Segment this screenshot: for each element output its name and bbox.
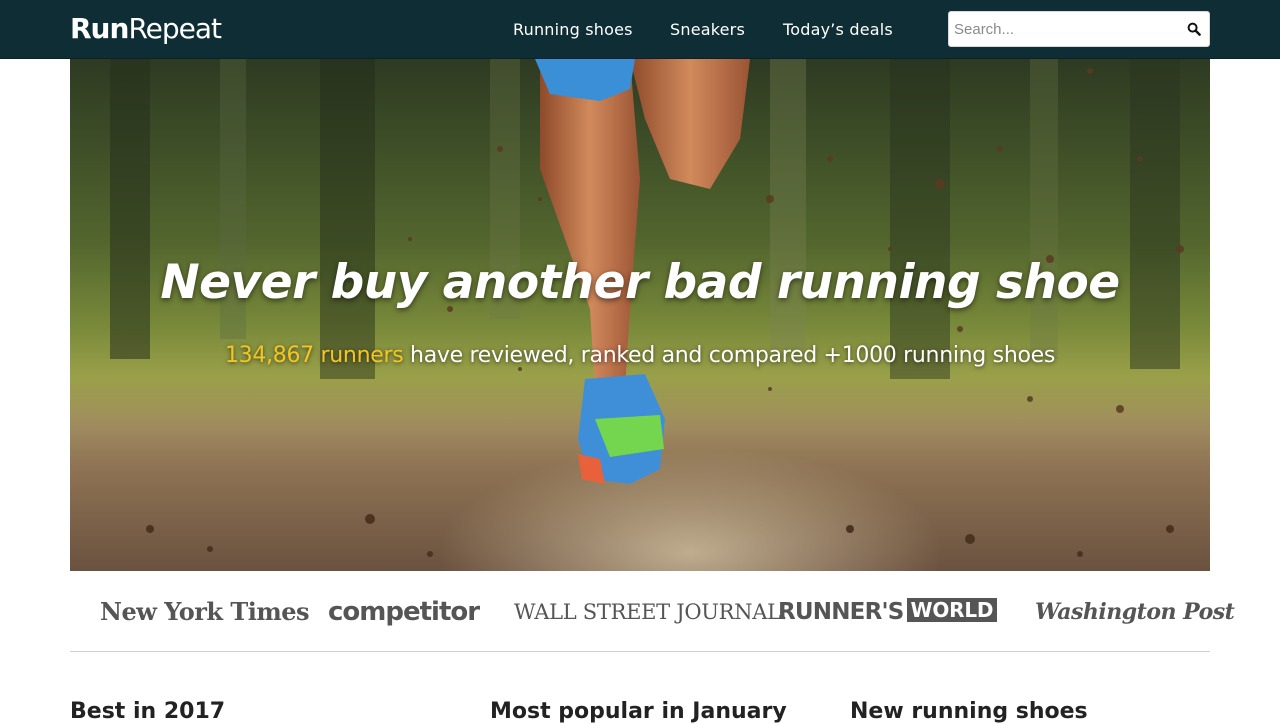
runrepeat-logo[interactable]: RunRepeat	[70, 12, 222, 46]
hero-banner: Never buy another bad running shoe 134,8…	[70, 59, 1210, 571]
logo-text-run: Run	[70, 12, 129, 45]
section-title-most-popular: Most popular in January	[490, 699, 787, 724]
nav-todays-deals[interactable]: Today’s deals	[783, 20, 893, 39]
hero-subtitle-text: have reviewed, ranked and compared +1000…	[403, 343, 1056, 368]
runners-world-right: WORLD	[906, 598, 998, 622]
section-title-new-shoes: New running shoes	[850, 699, 1088, 724]
search-button[interactable]	[1187, 22, 1201, 36]
nyt-logo: New York Times	[100, 597, 310, 626]
hero-runner-photo	[70, 59, 1210, 571]
search-icon	[1187, 22, 1201, 36]
nav-running-shoes[interactable]: Running shoes	[513, 20, 633, 39]
runners-world-left: RUNNER'S	[778, 599, 904, 625]
site-header: RunRepeat Running shoes Sneakers Today’s…	[0, 0, 1280, 59]
hero-subtitle: 134,867 runners have reviewed, ranked an…	[70, 343, 1210, 368]
competitor-logo: competitor	[328, 597, 480, 627]
press-logos: New York Times competitor WALL STREET JO…	[70, 572, 1235, 652]
search-box	[948, 11, 1210, 47]
search-input[interactable]	[954, 12, 1179, 46]
runners-world-logo: RUNNER'S WORLD	[778, 594, 998, 630]
nav-sneakers[interactable]: Sneakers	[670, 20, 745, 39]
washington-post-logo: Washington Post	[1035, 599, 1235, 625]
hero-headline: Never buy another bad running shoe	[160, 255, 1120, 310]
section-title-best-2017: Best in 2017	[70, 699, 226, 724]
runner-count: 134,867 runners	[224, 343, 404, 368]
wsj-logo: WALL STREET JOURNAL.	[514, 600, 788, 624]
logo-text-repeat: Repeat	[128, 12, 222, 45]
